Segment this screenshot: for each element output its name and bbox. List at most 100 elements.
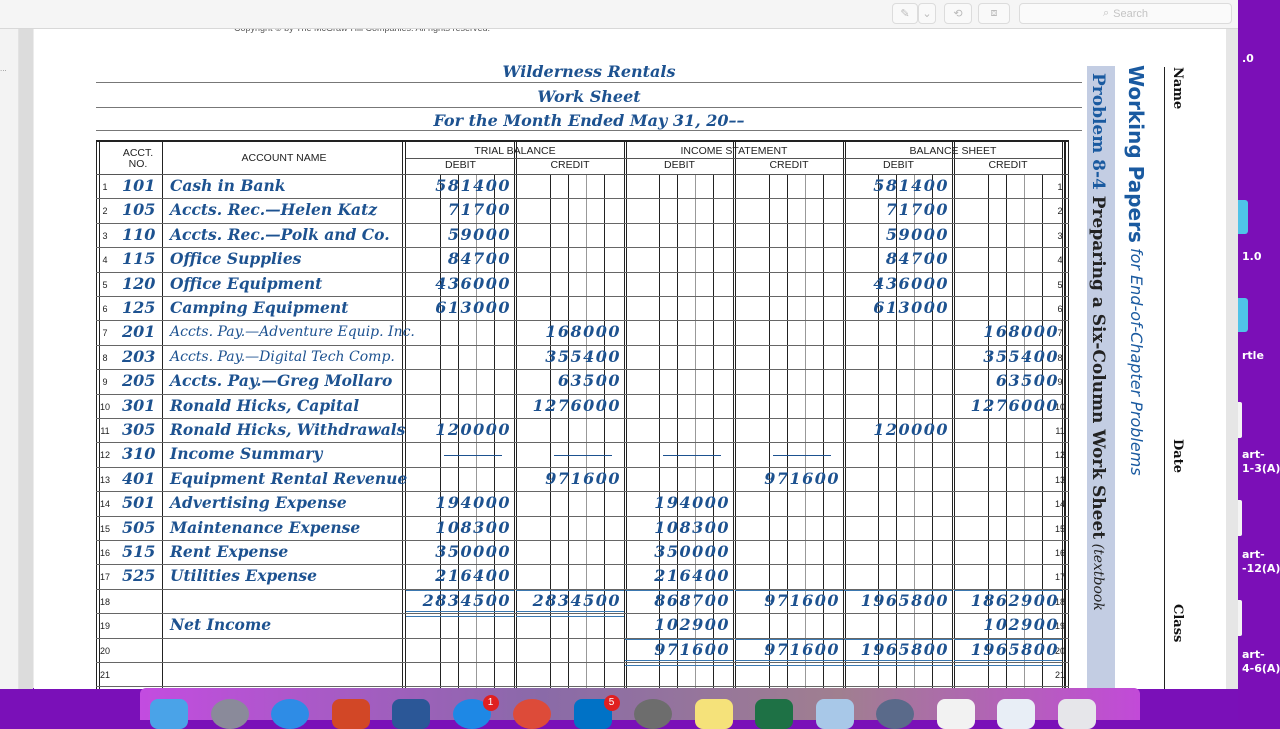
amount-tb-cr: 2834500 <box>532 590 621 610</box>
problem-note: (textbook <box>1090 539 1106 611</box>
row-line <box>96 491 1069 493</box>
desktop-item-label[interactable]: art- -12(A) <box>1242 548 1280 576</box>
double-rule <box>735 660 843 666</box>
row-number: 21 <box>1054 670 1065 680</box>
working-papers-subtitle: for End-of-Chapter Problems <box>1127 242 1146 476</box>
account-name: Equipment Rental Revenue <box>170 468 408 488</box>
dock-stickies-icon[interactable] <box>694 699 733 729</box>
row-line <box>96 515 1069 517</box>
grid-border <box>1065 142 1066 689</box>
working-papers-label: Working Papers <box>1124 65 1148 243</box>
date-label: Date <box>1170 439 1185 473</box>
dock: 15 <box>140 688 1140 729</box>
desktop-item-label[interactable]: art- 1-3(A) <box>1242 448 1280 476</box>
digit-divider <box>1006 174 1007 689</box>
row-number: 4 <box>1057 255 1063 266</box>
dock-trash-icon[interactable] <box>1057 699 1096 729</box>
dock-powerpoint-icon[interactable] <box>331 699 370 729</box>
account-name: Advertising Expense <box>170 493 347 513</box>
account-name: Net Income <box>170 615 272 635</box>
amount-tb-dr: 350000 <box>435 542 511 561</box>
amount-tb-cr: 168000 <box>545 322 621 342</box>
account-number: 501 <box>122 493 156 513</box>
amount-tb-dr: 71700 <box>447 200 511 220</box>
scrollbar[interactable] <box>1226 29 1238 689</box>
row-line <box>96 271 1069 273</box>
account-name: Accts. Rec.—Helen Katz <box>170 200 378 220</box>
dock-quicktime-icon[interactable] <box>876 699 914 729</box>
search-icon: ⌕ <box>1102 7 1110 19</box>
row-line <box>96 222 1069 224</box>
row-line <box>96 393 1069 395</box>
name-label: Name <box>1170 67 1185 110</box>
desktop-item-label[interactable]: rtle <box>1242 349 1264 363</box>
row-number: 5 <box>1057 279 1063 290</box>
desktop-item-label[interactable]: .0 <box>1242 52 1254 66</box>
amount-is-cr: 971600 <box>764 590 840 610</box>
dock-screenshot-icon[interactable] <box>997 699 1035 729</box>
row-line <box>96 540 1069 541</box>
row-number: 15 <box>99 523 110 534</box>
dock-preview-icon[interactable] <box>815 699 854 729</box>
row-number: 12 <box>1054 450 1065 461</box>
account-number: 515 <box>122 542 156 561</box>
dock-launchpad-icon[interactable] <box>210 699 249 729</box>
row-number: 11 <box>100 426 110 436</box>
amount-bs-cr: 63500 <box>995 371 1059 391</box>
dock-system-preferences-icon[interactable] <box>634 699 672 729</box>
account-number: 205 <box>122 371 156 391</box>
digit-divider <box>677 174 678 689</box>
pen-icon: ✎ <box>900 8 910 20</box>
row-line <box>96 296 1069 297</box>
markup-menu-button[interactable]: ⌄ <box>918 3 936 24</box>
dock-word-icon[interactable] <box>392 699 430 729</box>
row-line <box>96 466 1069 468</box>
amount-tb-cr: 63500 <box>557 371 621 391</box>
digit-divider <box>1042 174 1043 689</box>
sidebar-text: ... <box>0 64 7 73</box>
amount-tb-dr: 581400 <box>435 176 511 195</box>
digit-divider <box>988 174 989 689</box>
amount-tb-dr: 194000 <box>435 493 511 513</box>
dock-document-icon[interactable] <box>936 699 975 729</box>
amount-bs-dr: 120000 <box>873 420 949 439</box>
amount-is-dr: 971600 <box>654 639 730 659</box>
row-number: 7 <box>102 328 108 339</box>
amount-bs-dr: 71700 <box>885 200 949 220</box>
amount-is-dr: 108300 <box>654 517 730 537</box>
amount-bs-dr: 613000 <box>873 298 949 317</box>
worksheet-period: For the Month Ended May 31, 20–– <box>433 111 745 130</box>
page-gutter <box>19 29 33 689</box>
markup-button[interactable]: ✎ <box>892 3 918 24</box>
rotate-button[interactable]: ⟲ <box>944 3 972 24</box>
row-line <box>96 247 1069 249</box>
header-is-credit: CREDIT <box>769 159 809 171</box>
amount-bs-dr: 581400 <box>873 176 949 195</box>
name-line <box>1164 67 1165 689</box>
account-name: Ronald Hicks, Capital <box>170 395 360 415</box>
row-number: 21 <box>99 670 110 680</box>
dock-excel-icon[interactable] <box>755 699 793 729</box>
desktop-item-label[interactable]: 1.0 <box>1242 250 1262 264</box>
account-number: 203 <box>122 346 156 366</box>
thumbnail-sidebar[interactable]: ... <box>0 29 19 689</box>
account-number: 301 <box>122 395 156 415</box>
row-number: 1 <box>102 182 108 192</box>
row-line <box>96 369 1069 371</box>
account-number: 105 <box>122 200 156 220</box>
row-number: 6 <box>102 304 108 314</box>
desktop-item-label[interactable]: art- 4-6(A) <box>1242 648 1280 676</box>
dock-safari-icon[interactable] <box>271 699 309 729</box>
chevron-down-icon: ⌄ <box>922 8 932 20</box>
double-rule <box>844 660 952 666</box>
search-input[interactable]: ⌕ Search <box>1019 3 1232 24</box>
header-trial-balance: TRIAL BALANCE <box>474 145 556 157</box>
row-line <box>96 198 1069 200</box>
dock-finder-icon[interactable] <box>150 699 188 729</box>
digit-divider <box>805 174 806 689</box>
toolbox-button[interactable]: ⧈ <box>978 3 1010 24</box>
column-divider <box>952 142 953 689</box>
dock-chrome-icon[interactable] <box>513 699 551 729</box>
account-number: 201 <box>122 322 156 342</box>
row-number: 1 <box>1057 182 1063 192</box>
